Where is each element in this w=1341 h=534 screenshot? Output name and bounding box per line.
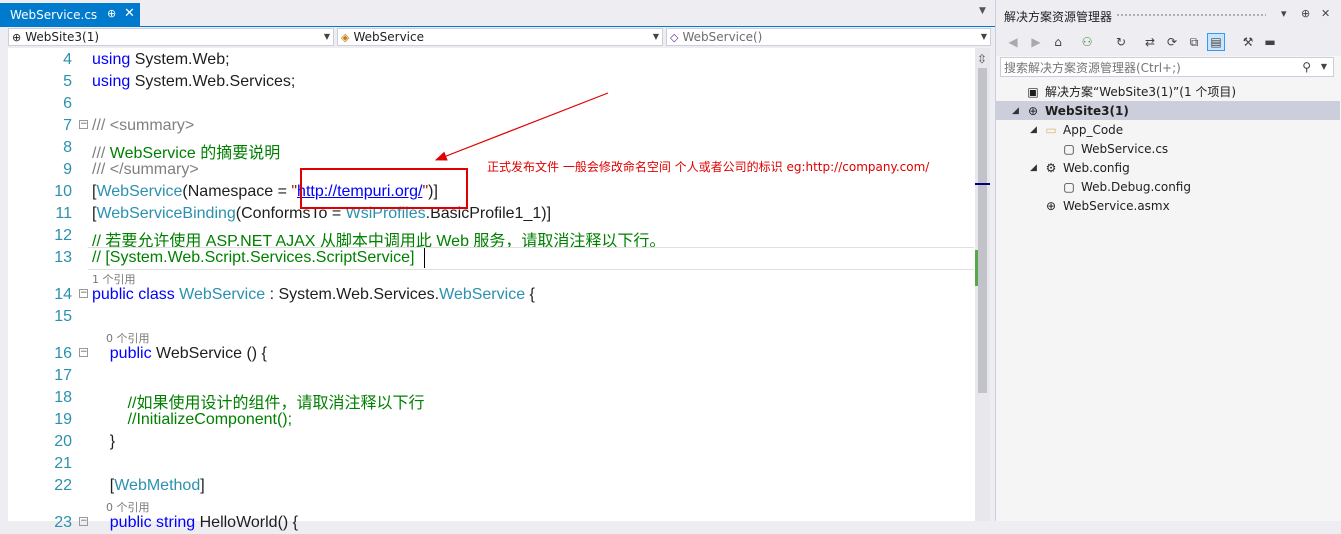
solution-explorer-panel: 解决方案资源管理器 ▾ ⊕ ✕ ◀ ▶ ⌂ ⚇ ↻ ⇄ ⟳ ⧉ ▤ ⚒ ▬ ⚲ … — [995, 0, 1341, 521]
search-input[interactable] — [1001, 58, 1296, 78]
asmx-file-icon: ⊕ — [1045, 198, 1057, 213]
solution-explorer-title-bar: 解决方案资源管理器 ▾ ⊕ ✕ — [996, 0, 1341, 28]
expand-arrow-icon[interactable]: ◢ — [1012, 106, 1024, 116]
tree-item-label: Web.Debug.config — [1081, 179, 1191, 194]
tree-item[interactable]: ▣ 解决方案“WebSite3(1)”(1 个项目) — [996, 82, 1340, 101]
annotation-text: 正式发布文件 一般会修改命名空间 个人或者公司的标识 eg:http://com… — [487, 160, 930, 174]
preview-icon[interactable]: ▬ — [1261, 33, 1279, 51]
tree-item[interactable]: ▢ WebService.cs — [996, 139, 1340, 158]
tree-item[interactable]: ◢ ⊕ WebSite3(1) — [996, 101, 1340, 120]
tree-item-label: WebService.cs — [1081, 141, 1169, 156]
website-globe-icon: ⊕ — [1027, 103, 1039, 118]
home-icon[interactable]: ⌂ — [1049, 33, 1067, 51]
config-file-icon: ⚙ — [1045, 160, 1057, 175]
sync-icon[interactable]: ⇄ — [1141, 33, 1159, 51]
forward-icon[interactable]: ▶ — [1027, 33, 1045, 51]
tree-item-label: Web.config — [1063, 160, 1130, 175]
tree-item-label: WebSite3(1) — [1045, 103, 1129, 118]
collapse-all-icon[interactable]: ⧉ — [1185, 33, 1203, 51]
auto-hide-pin-icon[interactable]: ⊕ — [1301, 7, 1310, 20]
tree-item-label: 解决方案“WebSite3(1)”(1 个项目) — [1045, 85, 1237, 99]
tree-item[interactable]: ⊕ WebService.asmx — [996, 196, 1340, 215]
pending-changes-icon[interactable]: ⚇ — [1078, 33, 1096, 51]
tree-item[interactable]: ◢ ⚙ Web.config — [996, 158, 1340, 177]
solution-explorer-toolbar: ◀ ▶ ⌂ ⚇ ↻ ⇄ ⟳ ⧉ ▤ ⚒ ▬ — [996, 28, 1341, 56]
solution-explorer-search[interactable]: ⚲ ▼ — [1000, 57, 1334, 78]
grip-icon[interactable] — [1116, 13, 1266, 17]
tree-item-label: WebService.asmx — [1063, 198, 1170, 213]
expand-arrow-icon[interactable]: ◢ — [1030, 125, 1042, 135]
window-position-icon[interactable]: ▾ — [1281, 7, 1287, 20]
tree-item[interactable]: ◢ ▭ App_Code — [996, 120, 1340, 139]
tree-item-label: App_Code — [1063, 122, 1124, 137]
show-all-files-icon[interactable]: ▤ — [1207, 33, 1225, 51]
tree-item[interactable]: ▢ Web.Debug.config — [996, 177, 1340, 196]
properties-wrench-icon[interactable]: ⚒ — [1239, 33, 1257, 51]
refresh-dropdown-icon[interactable]: ↻ — [1112, 33, 1130, 51]
back-icon[interactable]: ◀ — [1004, 33, 1022, 51]
search-icon[interactable]: ⚲ — [1302, 60, 1311, 74]
search-options-chevron-icon[interactable]: ▼ — [1321, 62, 1327, 71]
close-icon[interactable]: ✕ — [1321, 7, 1330, 20]
expand-arrow-icon[interactable]: ◢ — [1030, 163, 1042, 173]
folder-icon: ▭ — [1045, 122, 1057, 137]
solution-icon: ▣ — [1027, 84, 1039, 99]
refresh-icon[interactable]: ⟳ — [1163, 33, 1181, 51]
cs-file-icon: ▢ — [1063, 141, 1075, 156]
panel-title: 解决方案资源管理器 — [1004, 10, 1113, 24]
config-file-icon: ▢ — [1063, 179, 1075, 194]
